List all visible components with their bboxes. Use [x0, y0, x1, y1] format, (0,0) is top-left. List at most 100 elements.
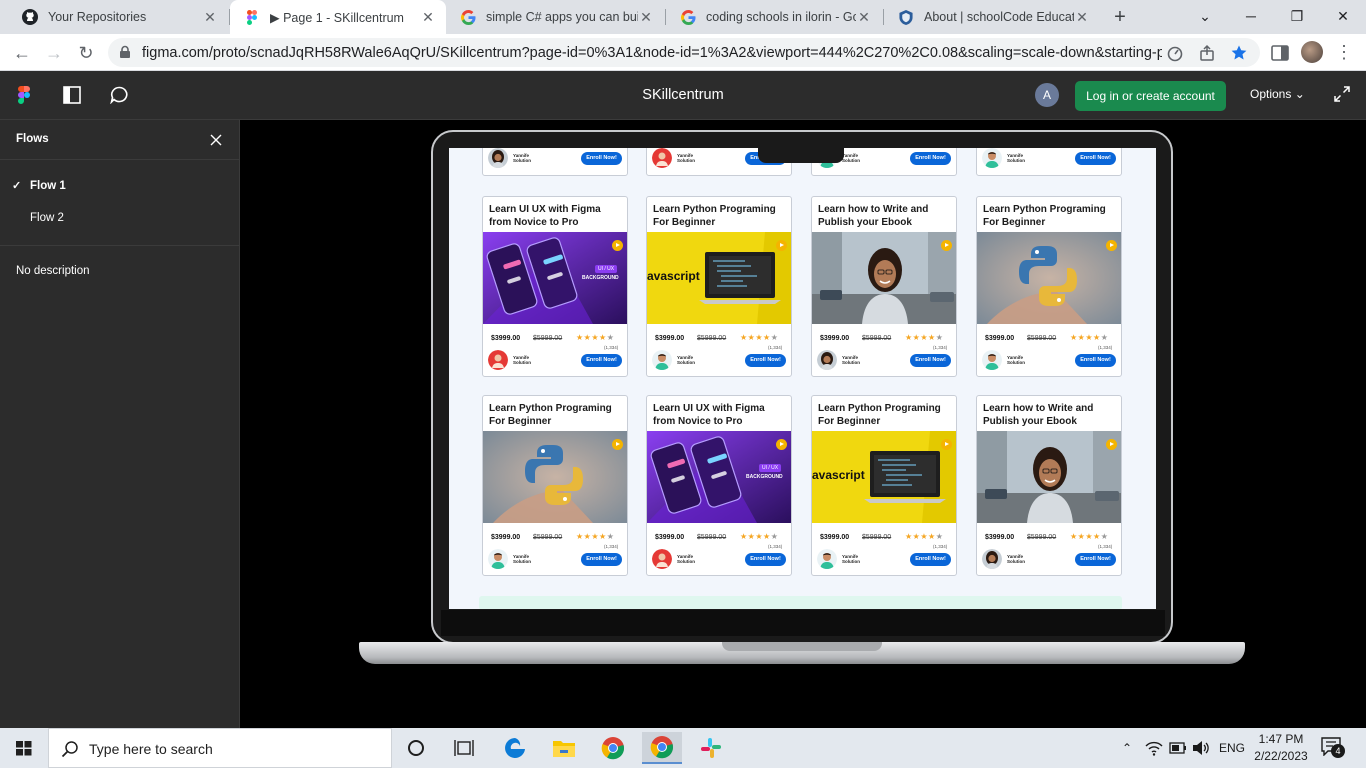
enroll-button[interactable]: Enroll Now! — [1075, 354, 1116, 367]
reload-icon[interactable]: ↻ — [73, 40, 99, 66]
slack-icon[interactable] — [691, 732, 731, 764]
enroll-button[interactable]: Enroll Now! — [745, 553, 786, 566]
course-title[interactable]: Learn UI UX with Figma from Novice to Pr… — [653, 403, 789, 428]
flow-item-1[interactable]: ✓ Flow 1 — [0, 170, 239, 202]
course-card[interactable]: Learn Python Programing For Beginner $399… — [976, 196, 1122, 377]
enroll-button[interactable]: Enroll Now! — [1075, 553, 1116, 566]
cortana-icon[interactable] — [396, 732, 436, 764]
profile-avatar[interactable] — [1301, 41, 1323, 63]
close-icon[interactable] — [208, 132, 224, 148]
course-old-price: $5999.00 — [862, 534, 892, 541]
enroll-button[interactable]: Enroll Now! — [745, 354, 786, 367]
course-old-price: $5999.00 — [697, 335, 727, 342]
course-card[interactable]: Learn how to Write and Publish your Eboo… — [976, 395, 1122, 576]
login-button[interactable]: Log in or create account — [1075, 81, 1226, 111]
course-title[interactable]: Learn Python Programing For Beginner — [653, 204, 789, 229]
options-menu[interactable]: Options ⌄ — [1250, 87, 1305, 101]
more-menu-icon[interactable]: ⋮ — [1335, 41, 1353, 63]
enroll-button[interactable]: Enroll Now! — [910, 354, 951, 367]
flow-item-2[interactable]: Flow 2 — [0, 202, 239, 234]
course-thumbnail[interactable] — [977, 232, 1121, 324]
play-icon[interactable] — [612, 439, 623, 450]
course-title[interactable]: Learn how to Write and Publish your Eboo… — [983, 403, 1119, 428]
close-window-button[interactable]: ✕ — [1320, 0, 1366, 34]
enroll-button[interactable]: Enroll Now! — [910, 553, 951, 566]
course-thumbnail[interactable] — [812, 232, 956, 324]
course-title[interactable]: Learn Python Programing For Beginner — [489, 403, 625, 428]
course-title[interactable]: Learn Python Programing For Beginner — [983, 204, 1119, 229]
lock-icon — [120, 45, 130, 58]
close-tab-icon[interactable]: ✕ — [1074, 9, 1090, 25]
play-icon[interactable] — [941, 439, 952, 450]
course-card[interactable]: Learn UI UX with Figma from Novice to Pr… — [482, 196, 628, 377]
battery-icon[interactable] — [1169, 741, 1187, 755]
show-hidden-icons[interactable]: ⌃ — [1122, 728, 1132, 768]
user-avatar[interactable]: A — [1035, 83, 1059, 107]
expand-icon[interactable] — [1334, 86, 1350, 102]
tab-schoolcode-about[interactable]: About | schoolCode Educatio ✕ — [884, 0, 1100, 34]
enroll-button[interactable]: Enroll Now! — [910, 152, 951, 165]
chrome-active-icon[interactable] — [642, 732, 682, 764]
new-tab-button[interactable]: + — [1108, 5, 1132, 29]
course-thumbnail[interactable]: avascript — [647, 232, 791, 324]
play-icon[interactable] — [1106, 439, 1117, 450]
clock[interactable]: 1:47 PM 2/22/2023 — [1250, 731, 1312, 765]
course-title[interactable]: Learn Python Programing For Beginner — [818, 403, 954, 428]
edge-icon[interactable] — [495, 732, 535, 764]
figma-toolbar: SKillcentrum A Log in or create account … — [0, 71, 1366, 120]
enroll-button[interactable]: Enroll Now! — [1075, 152, 1116, 165]
course-card[interactable]: Learn Python Programing For Beginner avas… — [646, 196, 792, 377]
wifi-icon[interactable] — [1145, 740, 1163, 756]
close-tab-icon[interactable]: ✕ — [202, 9, 218, 25]
forward-arrow-icon[interactable]: → — [41, 40, 67, 66]
course-thumbnail[interactable] — [977, 431, 1121, 523]
course-card[interactable]: Learn how to Write and Publish your Eboo… — [811, 196, 957, 377]
course-thumbnail[interactable]: avascript — [812, 431, 956, 523]
play-icon[interactable] — [1106, 240, 1117, 251]
side-panel-icon[interactable] — [1270, 43, 1290, 63]
course-card[interactable]: Learn Python Programing For Beginner avas… — [811, 395, 957, 576]
restore-button[interactable]: ❐ — [1274, 0, 1320, 34]
enroll-button[interactable]: Enroll Now! — [581, 354, 622, 367]
close-tab-icon[interactable]: ✕ — [638, 9, 654, 25]
chrome-icon[interactable] — [593, 732, 633, 764]
tab-search-chevron-icon[interactable]: ⌄ — [1182, 0, 1228, 34]
course-thumbnail[interactable] — [483, 431, 627, 523]
course-title[interactable]: Learn UI UX with Figma from Novice to Pr… — [489, 204, 625, 229]
play-icon[interactable] — [941, 240, 952, 251]
course-card[interactable]: Learn UI UX with Figma from Novice to Pr… — [646, 395, 792, 576]
windows-start-icon[interactable] — [0, 728, 48, 768]
language-indicator[interactable]: ENG — [1219, 728, 1245, 768]
course-thumbnail[interactable]: UI / UX BACKGROUND — [647, 431, 791, 523]
volume-icon[interactable] — [1192, 740, 1210, 756]
course-title[interactable]: Learn how to Write and Publish your Eboo… — [818, 204, 954, 229]
back-arrow-icon[interactable]: ← — [9, 40, 35, 66]
enroll-button[interactable]: Enroll Now! — [581, 553, 622, 566]
close-tab-icon[interactable]: ✕ — [420, 9, 436, 25]
prototype-canvas[interactable]: Yannife Solution Enroll Now! Yannife Solut… — [241, 120, 1366, 728]
address-bar[interactable]: figma.com/proto/scnadJqRH58RWale6AqQrU/S… — [108, 38, 1260, 67]
play-icon[interactable] — [776, 439, 787, 450]
course-card-partial[interactable]: Yannife Solution Enroll Now! — [976, 148, 1122, 176]
taskbar-search[interactable]: Type here to search — [48, 728, 392, 768]
tab-your-repositories[interactable]: Your Repositories ✕ — [8, 0, 228, 34]
share-icon[interactable] — [1198, 44, 1216, 62]
woman-course-image — [812, 232, 956, 324]
task-view-icon[interactable] — [444, 732, 484, 764]
bookmark-star-icon[interactable] — [1230, 44, 1248, 62]
tab-coding-schools[interactable]: coding schools in ilorin - Goo ✕ — [666, 0, 882, 34]
play-icon[interactable] — [776, 240, 787, 251]
minimize-button[interactable]: ─ — [1228, 0, 1274, 34]
course-card-partial[interactable]: Yannife Solution Enroll Now! — [482, 148, 628, 176]
course-card[interactable]: Learn Python Programing For Beginner $399… — [482, 395, 628, 576]
course-thumbnail[interactable]: UI / UX BACKGROUND — [483, 232, 627, 324]
close-tab-icon[interactable]: ✕ — [856, 9, 872, 25]
tab-csharp-search[interactable]: simple C# apps you can build ✕ — [446, 0, 664, 34]
enroll-button[interactable]: Enroll Now! — [581, 152, 622, 165]
performance-icon[interactable] — [1166, 44, 1184, 62]
laptop-screen[interactable]: Yannife Solution Enroll Now! Yannife Solut… — [449, 148, 1156, 609]
notification-center[interactable]: 4 — [1320, 736, 1346, 760]
play-icon[interactable] — [612, 240, 623, 251]
file-explorer-icon[interactable] — [544, 732, 584, 764]
tab-skillcentrum[interactable]: ▶ Page 1 - SKillcentrum ✕ — [230, 0, 446, 34]
